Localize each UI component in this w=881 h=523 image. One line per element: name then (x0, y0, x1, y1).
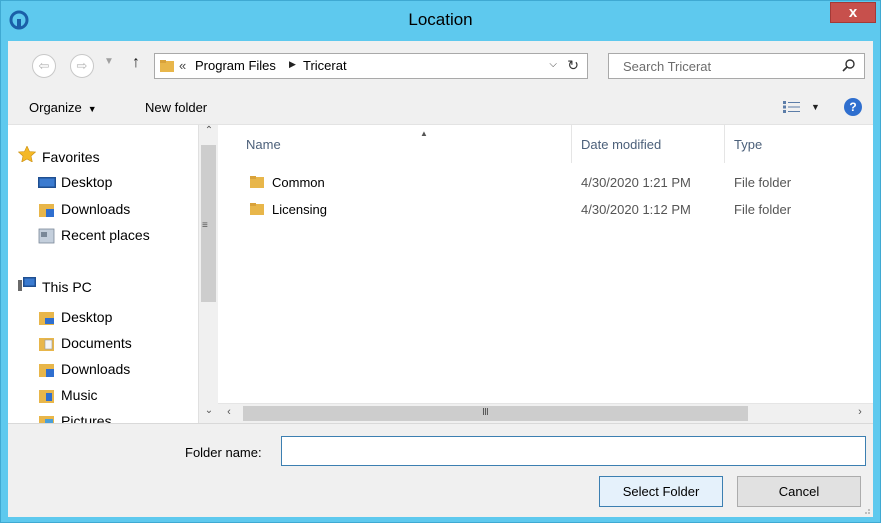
column-header-label: Date modified (581, 137, 662, 152)
file-type: File folder (734, 175, 792, 190)
breadcrumb-tricerat[interactable]: Tricerat (303, 58, 347, 73)
recent-locations-dropdown[interactable]: ▼ (104, 56, 114, 67)
column-header-name[interactable]: ▲ Name (240, 125, 572, 163)
folder-icon (250, 176, 264, 188)
breadcrumb-overflow[interactable]: « (179, 58, 186, 73)
file-name: Common (272, 175, 325, 190)
sidebar-item-label: Desktop (61, 174, 113, 190)
address-bar[interactable]: « Program Files ▶ Tricerat ⌵ ↻ (154, 53, 588, 79)
dialog-client-area: ⇦ ⇨ ▼ ↑ « Program Files ▶ Tricerat ⌵ ↻ S… (8, 41, 873, 517)
nav-group-favorites-label: Favorites (42, 149, 100, 165)
column-header-date-modified[interactable]: Date modified (575, 125, 725, 163)
search-box[interactable]: Search Tricerat (608, 53, 865, 79)
recent-places-icon (38, 228, 55, 244)
scrollbar-thumb[interactable] (243, 406, 748, 421)
select-folder-button[interactable]: Select Folder (599, 476, 723, 507)
pictures-folder-icon (39, 416, 54, 423)
cancel-button[interactable]: Cancel (737, 476, 861, 507)
resize-grip-icon[interactable] (861, 505, 871, 515)
breadcrumb-program-files[interactable]: Program Files (195, 58, 276, 73)
dialog-footer: Folder name: Select Folder Cancel (8, 423, 873, 517)
up-button[interactable]: ↑ (132, 54, 140, 72)
navigation-pane: Favorites Desktop Downloads Recent place… (8, 125, 218, 423)
organize-label: Organize (29, 100, 82, 115)
scrollbar-grip-icon: Ⅲ (482, 407, 489, 418)
forward-button[interactable]: ⇨ (70, 54, 94, 78)
star-icon (18, 146, 36, 162)
desktop-icon (38, 177, 56, 188)
sidebar-item-label: Documents (61, 335, 132, 351)
file-type: File folder (734, 202, 792, 217)
chevron-down-icon: ▼ (87, 104, 97, 114)
search-icon[interactable] (842, 58, 856, 72)
title-bar[interactable]: Location x (1, 1, 880, 41)
sidebar-item-label: Desktop (61, 309, 113, 325)
scrollbar-grip-icon: ≡ (202, 220, 208, 231)
sidebar-item-label: Downloads (61, 201, 131, 217)
back-button[interactable]: ⇦ (32, 54, 56, 78)
scroll-down-icon[interactable]: ⌄ (199, 405, 219, 423)
refresh-icon[interactable]: ↻ (567, 57, 579, 74)
help-icon[interactable]: ? (844, 98, 862, 116)
new-folder-button[interactable]: New folder (145, 100, 207, 115)
sidebar-item-label: Music (61, 387, 98, 403)
column-header-label: Type (734, 137, 763, 152)
sidebar-item-label: Pictures (61, 413, 112, 423)
music-folder-icon (39, 390, 54, 403)
downloads-folder-icon (39, 364, 54, 377)
search-placeholder: Search Tricerat (623, 59, 712, 74)
command-toolbar: Organize ▼ New folder ▼ ? (8, 89, 873, 125)
file-list: ▲ Name Date modified Type Common 4/30/20… (218, 125, 873, 423)
file-date: 4/30/2020 1:12 PM (581, 202, 691, 217)
sidebar-item-label: Downloads (61, 361, 131, 377)
navigation-row: ⇦ ⇨ ▼ ↑ « Program Files ▶ Tricerat ⌵ ↻ S… (8, 41, 873, 89)
breadcrumb-separator-icon[interactable]: ▶ (289, 59, 296, 70)
folder-name-label: Folder name: (185, 445, 262, 460)
window-title: Location (408, 10, 473, 29)
sidebar-item-label: Recent places (61, 227, 150, 243)
close-button[interactable]: x (830, 2, 876, 23)
folder-icon (160, 60, 174, 72)
file-row[interactable]: Licensing 4/30/2020 1:12 PM File folder (218, 196, 873, 223)
column-header-label: Name (246, 137, 281, 152)
address-dropdown-icon[interactable]: ⌵ (549, 59, 557, 70)
desktop-folder-icon (39, 312, 54, 325)
scroll-right-icon[interactable]: › (851, 406, 869, 422)
file-list-horizontal-scrollbar[interactable]: ‹ Ⅲ › (218, 403, 873, 423)
scroll-left-icon[interactable]: ‹ (220, 406, 238, 422)
folder-icon (250, 203, 264, 215)
downloads-folder-icon (39, 204, 54, 217)
nav-group-this-pc-label: This PC (42, 279, 92, 295)
dialog-window: Location x ⇦ ⇨ ▼ ↑ « Program Files ▶ Tri… (0, 0, 881, 523)
file-date: 4/30/2020 1:21 PM (581, 175, 691, 190)
change-view-icon[interactable] (783, 101, 801, 113)
organize-button[interactable]: Organize ▼ (29, 100, 97, 115)
view-options-dropdown-icon[interactable]: ▼ (811, 102, 820, 112)
folder-name-input[interactable] (281, 436, 866, 466)
file-row[interactable]: Common 4/30/2020 1:21 PM File folder (218, 169, 873, 196)
file-name: Licensing (272, 202, 327, 217)
sort-ascending-icon: ▲ (420, 129, 428, 138)
column-header-type[interactable]: Type (728, 125, 873, 163)
documents-folder-icon (39, 338, 54, 351)
navigation-pane-scrollbar[interactable]: ⌃ ≡ ⌄ (198, 125, 218, 423)
scroll-up-icon[interactable]: ⌃ (199, 125, 219, 143)
computer-icon (18, 277, 36, 291)
